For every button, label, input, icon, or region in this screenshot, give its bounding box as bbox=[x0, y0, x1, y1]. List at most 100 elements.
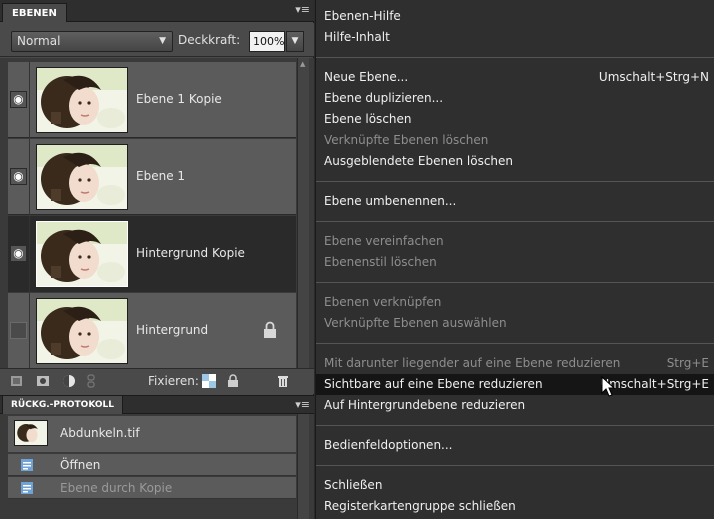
menu-item: Mit darunter liegender auf eine Ebene re… bbox=[316, 353, 714, 374]
menu-item: Verknüpfte Ebenen auswählen bbox=[316, 313, 714, 334]
menu-item[interactable]: Registerkartengruppe schließen bbox=[316, 496, 714, 517]
menu-item[interactable]: Neue Ebene... Umschalt+Strg+N bbox=[316, 67, 714, 88]
scroll-up-icon[interactable]: ▲ bbox=[300, 60, 305, 68]
history-item-label: Öffnen bbox=[60, 458, 101, 472]
document-icon bbox=[21, 482, 33, 494]
layers-panel-tabbar: EBENEN ▾≡ bbox=[0, 0, 314, 22]
layer-row[interactable]: ◉ Ebene 1 Kopie bbox=[8, 62, 296, 138]
visibility-toggle[interactable]: ◉ bbox=[8, 139, 30, 215]
chevron-down-icon: ▼ bbox=[159, 36, 166, 46]
layer-row[interactable]: ◉ Ebene 1 bbox=[8, 139, 296, 215]
adjustment-layer-icon[interactable] bbox=[62, 374, 76, 388]
menu-separator bbox=[316, 57, 714, 58]
layer-thumbnail bbox=[36, 67, 128, 133]
menu-item-label: Verknüpfte Ebenen auswählen bbox=[324, 316, 507, 330]
menu-item-label: Neue Ebene... bbox=[324, 70, 409, 84]
new-layer-icon[interactable] bbox=[10, 374, 24, 388]
layers-list: ◉ Ebene 1 Kopie ◉ Ebene 1 ◉ Hintergrund … bbox=[0, 58, 314, 383]
eye-icon: ◉ bbox=[13, 246, 24, 260]
layer-name: Ebene 1 Kopie bbox=[136, 92, 222, 106]
history-list: Abdunkeln.tif Öffnen Ebene durch Kopie bbox=[0, 414, 314, 519]
menu-item-shortcut: Umschalt+Strg+N bbox=[598, 70, 709, 84]
history-menu-icon[interactable]: ▾≡ bbox=[295, 397, 310, 413]
menu-item[interactable]: Ebene löschen bbox=[316, 109, 714, 130]
layers-panel: EBENEN ▾≡ Normal ▼ Deckkraft: 100% ▼ ◉ E… bbox=[0, 0, 314, 519]
menu-separator bbox=[316, 343, 714, 344]
menu-item-label: Ebene vereinfachen bbox=[324, 234, 444, 248]
history-item[interactable]: Öffnen bbox=[8, 454, 296, 476]
menu-separator bbox=[316, 221, 714, 222]
tab-layers[interactable]: EBENEN bbox=[2, 3, 67, 22]
menu-item[interactable]: Bedienfeldoptionen... bbox=[316, 435, 714, 456]
menu-item-label: Ausgeblendete Ebenen löschen bbox=[324, 154, 514, 168]
menu-item-label: Ebenen-Hilfe bbox=[324, 9, 401, 23]
menu-item[interactable]: Ebene umbenennen... bbox=[316, 191, 714, 212]
menu-item: Ebene vereinfachen bbox=[316, 231, 714, 252]
history-panel-tabbar: RÜCKG.-PROTOKOLL ▾≡ bbox=[0, 395, 314, 414]
menu-separator bbox=[316, 282, 714, 283]
blend-mode-value: Normal bbox=[17, 34, 61, 48]
menu-item: Ebenenstil löschen bbox=[316, 252, 714, 273]
visibility-toggle[interactable]: ◉ bbox=[8, 62, 30, 138]
menu-item-label: Sichtbare auf eine Ebene reduzieren bbox=[324, 377, 543, 391]
menu-item[interactable]: Schließen bbox=[316, 475, 714, 496]
menu-item-label: Ebene löschen bbox=[324, 112, 412, 126]
layer-row[interactable]: Hintergrund bbox=[8, 293, 296, 369]
history-item-label: Ebene durch Kopie bbox=[60, 481, 173, 495]
menu-separator bbox=[316, 425, 714, 426]
visibility-box bbox=[10, 322, 27, 339]
layer-name: Hintergrund Kopie bbox=[136, 246, 245, 260]
visibility-toggle[interactable] bbox=[8, 293, 30, 369]
layers-bottom-toolbar: Fixieren: bbox=[0, 368, 314, 394]
opacity-label: Deckkraft: bbox=[178, 33, 241, 47]
snapshot-thumbnail bbox=[14, 420, 48, 446]
menu-item-label: Bedienfeldoptionen... bbox=[324, 438, 453, 452]
menu-item[interactable]: Auf Hintergrundebene reduzieren bbox=[316, 395, 714, 416]
trash-icon[interactable] bbox=[276, 374, 290, 388]
menu-item-label: Verknüpfte Ebenen löschen bbox=[324, 133, 489, 147]
menu-item-label: Mit darunter liegender auf eine Ebene re… bbox=[324, 356, 621, 370]
layer-thumbnail bbox=[36, 144, 128, 210]
visibility-toggle[interactable]: ◉ bbox=[8, 216, 30, 292]
lock-label: Fixieren: bbox=[148, 374, 199, 388]
history-scrollbar[interactable] bbox=[297, 414, 309, 519]
menu-separator bbox=[316, 465, 714, 466]
menu-item-label: Schließen bbox=[324, 478, 383, 492]
history-item[interactable]: Ebene durch Kopie bbox=[8, 477, 296, 499]
menu-item-label: Ebene umbenennen... bbox=[324, 194, 457, 208]
menu-item-label: Ebenen verknüpfen bbox=[324, 295, 442, 309]
menu-item-label: Registerkartengruppe schließen bbox=[324, 499, 516, 513]
menu-item-shortcut: Strg+E bbox=[666, 356, 709, 370]
menu-item[interactable]: Ebene duplizieren... bbox=[316, 88, 714, 109]
menu-item[interactable]: Ebenen-Hilfe bbox=[316, 6, 714, 27]
menu-item-label: Ebene duplizieren... bbox=[324, 91, 444, 105]
opacity-input[interactable]: 100% bbox=[249, 31, 285, 52]
eye-icon: ◉ bbox=[13, 169, 24, 183]
lock-all-icon[interactable] bbox=[226, 374, 240, 388]
snapshot-name: Abdunkeln.tif bbox=[60, 426, 140, 440]
menu-item-label: Auf Hintergrundebene reduzieren bbox=[324, 398, 526, 412]
layer-mask-icon[interactable] bbox=[36, 374, 50, 388]
mouse-cursor-icon bbox=[601, 376, 616, 397]
menu-item[interactable]: Ausgeblendete Ebenen löschen bbox=[316, 151, 714, 172]
menu-separator bbox=[316, 181, 714, 182]
opacity-dropdown-button[interactable]: ▼ bbox=[286, 31, 304, 52]
lock-icon bbox=[264, 321, 276, 338]
layers-scrollbar[interactable]: ▲ ▼ bbox=[297, 58, 309, 383]
history-snapshot[interactable]: Abdunkeln.tif bbox=[8, 416, 296, 452]
menu-item: Verknüpfte Ebenen löschen bbox=[316, 130, 714, 151]
panel-menu-icon[interactable]: ▾≡ bbox=[295, 2, 310, 18]
menu-item[interactable]: Sichtbare auf eine Ebene reduzieren Umsch… bbox=[316, 374, 714, 395]
link-icon[interactable] bbox=[84, 374, 98, 388]
menu-item-label: Ebenenstil löschen bbox=[324, 255, 437, 269]
layer-thumbnail bbox=[36, 298, 128, 364]
menu-item[interactable]: Hilfe-Inhalt bbox=[316, 27, 714, 48]
layer-row[interactable]: ◉ Hintergrund Kopie bbox=[8, 216, 296, 292]
layer-name: Ebene 1 bbox=[136, 169, 186, 183]
menu-item: Ebenen verknüpfen bbox=[316, 292, 714, 313]
menu-item-label: Hilfe-Inhalt bbox=[324, 30, 390, 44]
tab-history[interactable]: RÜCKG.-PROTOKOLL bbox=[2, 396, 124, 414]
lock-transparency-icon[interactable] bbox=[202, 374, 216, 388]
eye-icon: ◉ bbox=[13, 92, 24, 106]
blend-mode-select[interactable]: Normal ▼ bbox=[11, 31, 173, 52]
